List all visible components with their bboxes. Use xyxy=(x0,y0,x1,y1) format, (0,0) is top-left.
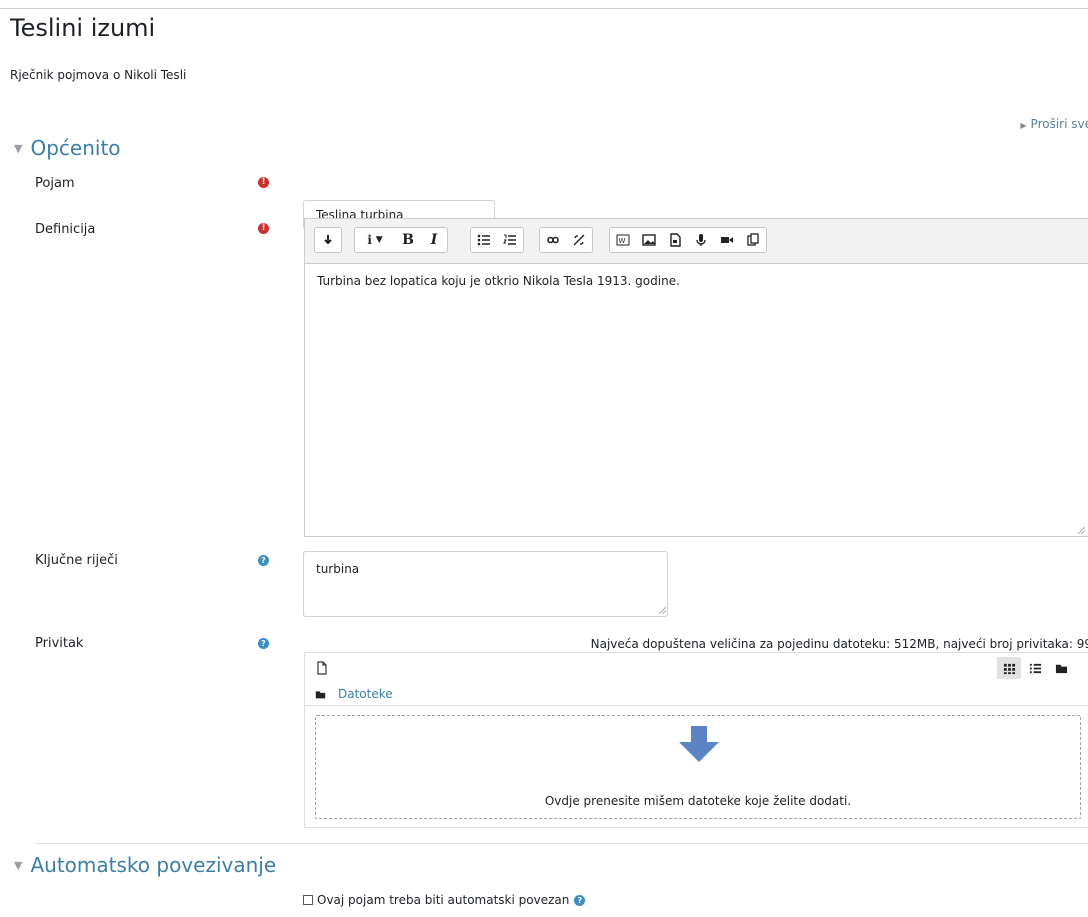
definition-editor[interactable]: Turbina bez lopatica koju je otkrio Niko… xyxy=(304,264,1088,537)
collapse-arrow-icon xyxy=(324,235,332,245)
image-button[interactable] xyxy=(636,228,662,252)
paste-icon xyxy=(747,233,759,246)
collapse-caret-icon: ▼ xyxy=(14,859,23,872)
file-view-switcher xyxy=(997,657,1073,679)
editor-resize-handle[interactable] xyxy=(1078,527,1085,534)
folder-icon xyxy=(1055,664,1067,673)
page-title: Teslini izumi xyxy=(10,14,156,42)
keywords-textarea[interactable]: turbina xyxy=(303,551,668,617)
ordered-list-icon xyxy=(503,234,516,245)
auto-link-checkbox[interactable] xyxy=(303,895,313,905)
unlink-icon xyxy=(573,234,585,246)
bold-button[interactable]: B xyxy=(395,228,421,252)
expand-all-label: Proširi sve xyxy=(1030,117,1088,131)
collapse-toolbar-button[interactable] xyxy=(315,228,341,252)
record-video-button[interactable] xyxy=(714,228,740,252)
ordered-list-button[interactable] xyxy=(497,228,523,252)
top-divider xyxy=(0,8,1088,9)
view-tree-button[interactable] xyxy=(1049,657,1073,679)
editor-toolbar: i ▼ B I W xyxy=(304,218,1088,264)
page-description: Rječnik pojmova o Nikoli Tesli xyxy=(10,68,187,82)
file-manager-divider xyxy=(305,705,1088,706)
italic-button[interactable]: I xyxy=(421,228,447,252)
file-manager: Datoteke Ovdje prenesite mišem datoteke … xyxy=(304,652,1088,828)
attachment-label: Privitak xyxy=(35,636,84,651)
required-icon: ! xyxy=(258,177,269,188)
section-general-title: Općenito xyxy=(30,136,121,160)
paste-button[interactable] xyxy=(740,228,766,252)
toolbar-group-collapse xyxy=(314,227,342,253)
dropdown-caret-icon: ▼ xyxy=(375,235,383,245)
collapse-caret-icon: ▼ xyxy=(14,142,23,155)
info-dropdown-button[interactable]: i ▼ xyxy=(355,228,395,252)
info-icon: i xyxy=(367,233,372,247)
toolbar-group-insert: W xyxy=(609,227,767,253)
section-auto-linking-title: Automatsko povezivanje xyxy=(30,853,277,877)
help-icon[interactable]: ? xyxy=(258,638,269,649)
definition-text: Turbina bez lopatica koju je otkrio Niko… xyxy=(317,274,680,288)
upload-arrow-icon xyxy=(679,726,719,762)
required-icon: ! xyxy=(258,223,269,234)
grid-icon xyxy=(1003,663,1015,674)
view-icons-button[interactable] xyxy=(997,657,1021,679)
help-icon[interactable]: ? xyxy=(574,894,586,906)
drop-zone-text: Ovdje prenesite mišem datoteke koje želi… xyxy=(544,794,852,808)
section-auto-linking-toggle[interactable]: ▼ Automatsko povezivanje xyxy=(14,853,276,877)
image-icon xyxy=(642,234,656,246)
new-file-icon xyxy=(317,661,327,675)
microphone-icon xyxy=(696,234,706,246)
link-button[interactable] xyxy=(540,228,566,252)
unlink-button[interactable] xyxy=(566,228,592,252)
unordered-list-icon xyxy=(477,234,490,246)
keywords-label: Ključne riječi xyxy=(35,553,118,568)
bold-icon: B xyxy=(402,232,414,248)
link-icon xyxy=(547,236,559,244)
toolbar-group-links xyxy=(539,227,593,253)
media-file-icon xyxy=(670,233,681,247)
unordered-list-button[interactable] xyxy=(471,228,497,252)
paste-from-word-button[interactable]: W xyxy=(610,228,636,252)
attachment-limits-note: Najveća dopuštena veličina za pojedinu d… xyxy=(590,637,1088,651)
section-general-toggle[interactable]: ▼ Općenito xyxy=(14,136,121,160)
toolbar-group-style: i ▼ B I xyxy=(354,227,448,253)
folder-icon xyxy=(315,690,326,698)
expand-triangle-icon: ▶ xyxy=(1020,121,1027,130)
help-icon[interactable]: ? xyxy=(258,555,269,566)
toolbar-group-lists xyxy=(470,227,524,253)
add-file-button[interactable] xyxy=(313,659,331,677)
auto-link-label: Ovaj pojam treba biti automatski povezan xyxy=(317,893,570,907)
auto-link-option: Ovaj pojam treba biti automatski povezan… xyxy=(303,893,586,907)
expand-all-link[interactable]: ▶ Proširi sve xyxy=(1020,117,1088,131)
concept-label: Pojam xyxy=(35,176,75,191)
view-list-button[interactable] xyxy=(1023,657,1047,679)
section-divider xyxy=(35,843,1088,844)
media-button[interactable] xyxy=(662,228,688,252)
video-camera-icon xyxy=(721,237,733,243)
file-drop-zone[interactable]: Ovdje prenesite mišem datoteke koje želi… xyxy=(315,715,1081,819)
word-icon: W xyxy=(616,234,630,246)
svg-text:W: W xyxy=(619,237,626,245)
folder-link[interactable]: Datoteke xyxy=(338,687,393,701)
list-icon xyxy=(1029,663,1041,673)
italic-icon: I xyxy=(430,232,438,248)
keywords-resize-handle[interactable] xyxy=(659,607,666,614)
definition-label: Definicija xyxy=(35,222,96,237)
record-audio-button[interactable] xyxy=(688,228,714,252)
file-path-breadcrumb: Datoteke xyxy=(315,687,393,701)
